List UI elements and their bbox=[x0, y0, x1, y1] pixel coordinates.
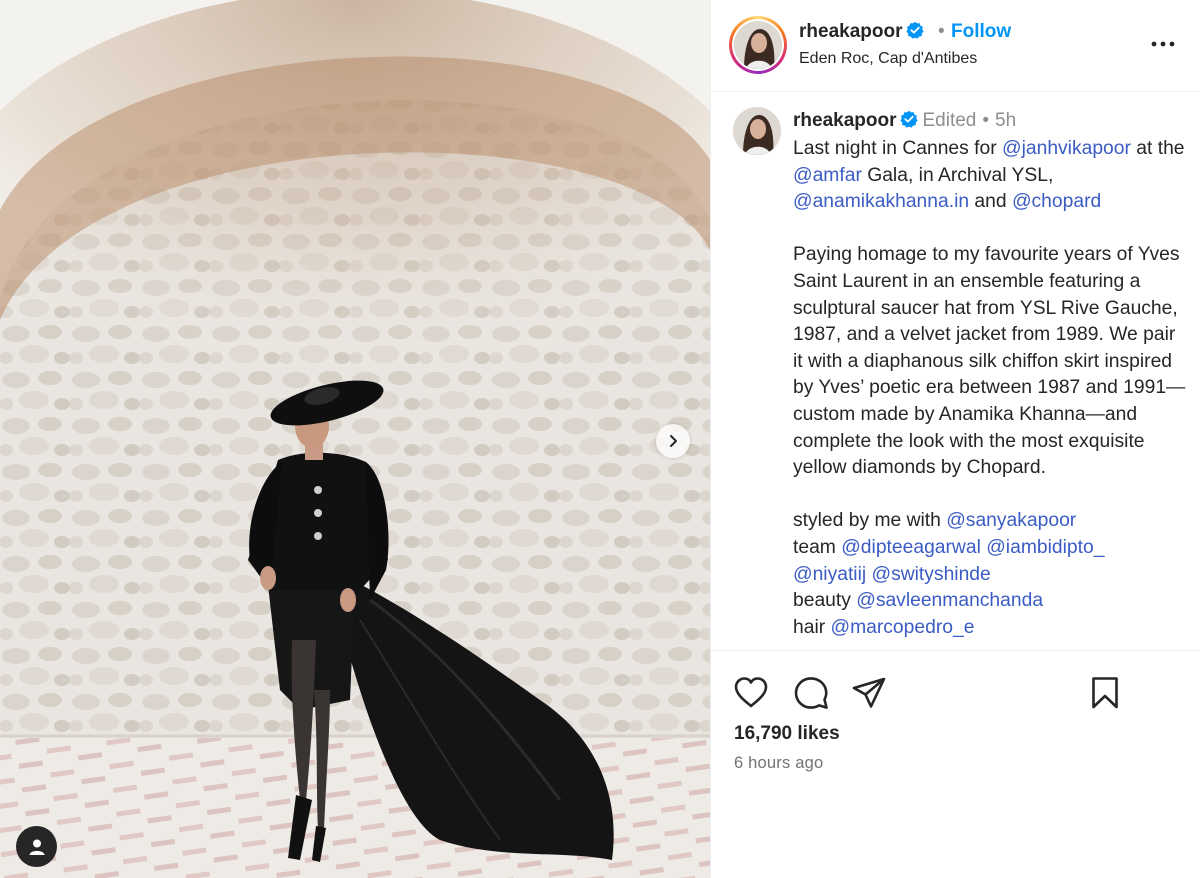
credits-hair: hair @marcopedro_e bbox=[793, 615, 1188, 642]
caption-text-run: Last night in Cannes for bbox=[793, 138, 1003, 159]
caption-timestamp[interactable]: 5h bbox=[995, 110, 1016, 131]
comment-icon bbox=[794, 677, 828, 709]
verified-badge-icon bbox=[906, 21, 925, 39]
follow-button[interactable]: Follow bbox=[951, 21, 1011, 43]
caption-text-run: and bbox=[969, 191, 1012, 213]
chevron-right-icon bbox=[670, 435, 677, 447]
mention-link[interactable]: @amfar bbox=[793, 165, 862, 186]
avatar[interactable] bbox=[734, 21, 782, 69]
caption-avatar[interactable] bbox=[733, 107, 781, 155]
credit-label: beauty bbox=[793, 590, 857, 612]
credit-label: hair bbox=[793, 616, 831, 638]
verified-badge-icon bbox=[900, 110, 919, 128]
separator-dot: • bbox=[938, 21, 945, 42]
separator-dot: • bbox=[982, 110, 990, 131]
credit-label: styled by me with bbox=[793, 510, 947, 532]
likes-count[interactable]: 16,790 likes bbox=[734, 723, 840, 745]
location-link[interactable]: Eden Roc, Cap d'Antibes bbox=[799, 50, 977, 68]
mention-link[interactable]: @marcopedro_e bbox=[831, 617, 975, 638]
credits-beauty: beauty @savleenmanchanda bbox=[793, 588, 1188, 615]
paper-plane-icon bbox=[852, 677, 886, 708]
username-link[interactable]: rheakapoor bbox=[799, 21, 925, 43]
mention-link[interactable]: @janhvikapoor bbox=[1002, 138, 1131, 159]
caption-text: Last night in Cannes for @janhvikapoor a… bbox=[793, 136, 1188, 641]
credits-team: team @dipteeagarwal @iambidipto_ @niyatii… bbox=[793, 535, 1188, 588]
caption-text-run: Gala, in Archival YSL, bbox=[861, 164, 1054, 186]
next-photo-button[interactable] bbox=[656, 424, 690, 458]
caption-paragraph-2: Paying homage to my favourite years of Y… bbox=[793, 244, 1186, 479]
user-icon bbox=[29, 839, 44, 855]
story-ring[interactable] bbox=[729, 16, 787, 74]
credit-label: team bbox=[793, 536, 842, 558]
save-button[interactable] bbox=[1087, 675, 1123, 711]
more-horizontal-icon bbox=[1151, 41, 1175, 47]
post-timestamp[interactable]: 6 hours ago bbox=[734, 754, 823, 773]
post-side-panel: rheakapoor • Follow Eden Roc, Cap d'Anti… bbox=[710, 0, 1200, 878]
caption-paragraph-1: Last night in Cannes for @janhvikapoor a… bbox=[793, 136, 1188, 216]
post-photo[interactable] bbox=[0, 0, 710, 878]
mention-link[interactable]: @niyatiij bbox=[793, 564, 866, 585]
mention-link[interactable]: @iambidipto_ bbox=[986, 537, 1104, 558]
caption-text-run: at the bbox=[1130, 138, 1185, 159]
more-options-button[interactable] bbox=[1149, 32, 1177, 56]
mention-link[interactable]: @sanyakapoor bbox=[946, 510, 1076, 531]
mention-link[interactable]: @savleenmanchanda bbox=[856, 590, 1043, 611]
post-image bbox=[0, 0, 710, 878]
heart-icon bbox=[734, 677, 768, 708]
like-button[interactable] bbox=[733, 675, 769, 711]
tagged-users-button[interactable] bbox=[16, 826, 57, 867]
action-bar: 16,790 likes 6 hours ago bbox=[711, 650, 1200, 878]
mention-link[interactable]: @anamikakhanna.in bbox=[793, 191, 969, 212]
mention-link[interactable]: @swityshinde bbox=[872, 564, 991, 585]
username[interactable]: rheakapoor bbox=[799, 21, 902, 42]
bookmark-icon bbox=[1092, 677, 1118, 709]
post-header: rheakapoor • Follow Eden Roc, Cap d'Anti… bbox=[711, 0, 1200, 92]
caption-header: rheakapoor Edited • 5h bbox=[793, 110, 1016, 132]
caption-section: rheakapoor Edited • 5h Last night in Cannes… bbox=[711, 93, 1200, 649]
edited-label: Edited bbox=[922, 110, 977, 131]
mention-link[interactable]: @dipteeagarwal bbox=[841, 537, 981, 558]
mention-link[interactable]: @chopard bbox=[1012, 191, 1101, 212]
comment-button[interactable] bbox=[793, 675, 829, 711]
share-button[interactable] bbox=[851, 675, 887, 711]
caption-username[interactable]: rheakapoor bbox=[793, 110, 896, 131]
credits-styled: styled by me with @sanyakapoor bbox=[793, 508, 1188, 535]
